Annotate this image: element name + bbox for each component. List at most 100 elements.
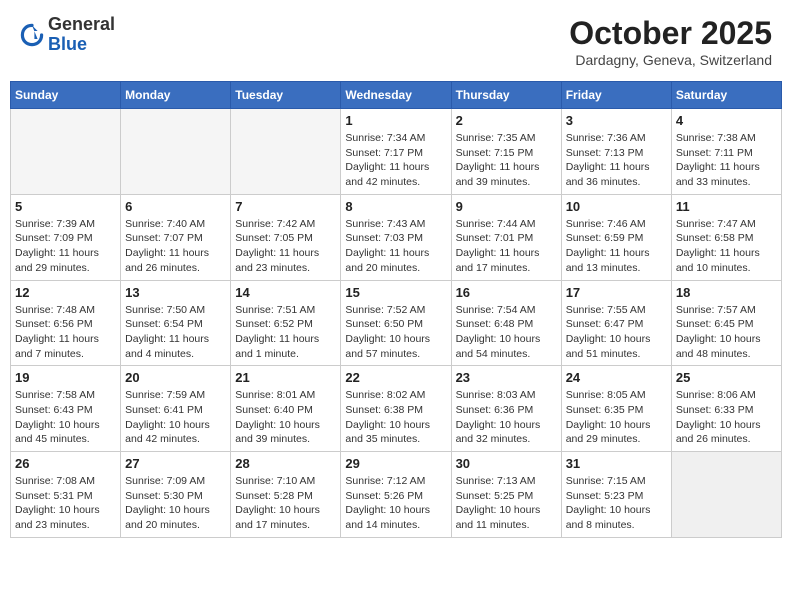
- logo-blue: Blue: [48, 34, 87, 54]
- day-info: Sunrise: 7:13 AMSunset: 5:25 PMDaylight:…: [456, 474, 557, 533]
- day-info: Sunrise: 7:40 AMSunset: 7:07 PMDaylight:…: [125, 217, 226, 276]
- calendar-cell: 3Sunrise: 7:36 AMSunset: 7:13 PMDaylight…: [561, 109, 671, 195]
- calendar-table: SundayMondayTuesdayWednesdayThursdayFrid…: [10, 81, 782, 538]
- calendar-cell: 25 Sunrise: 8:06 AMSunset: 6:33 PMDayligh…: [671, 366, 781, 452]
- calendar-cell: 1Sunrise: 7:34 AMSunset: 7:17 PMDaylight…: [341, 109, 451, 195]
- day-number: 27: [125, 456, 226, 471]
- day-number: 21: [235, 370, 336, 385]
- day-info: Sunrise: 8:01 AMSunset: 6:40 PMDaylight:…: [235, 388, 336, 447]
- calendar-cell: 12 Sunrise: 7:48 AMSunset: 6:56 PMDayligh…: [11, 280, 121, 366]
- day-info: Sunrise: 7:09 AMSunset: 5:30 PMDaylight:…: [125, 474, 226, 533]
- day-info: Sunrise: 7:50 AMSunset: 6:54 PMDaylight:…: [125, 303, 226, 362]
- day-number: 9: [456, 199, 557, 214]
- day-number: 25: [676, 370, 777, 385]
- title-block: October 2025 Dardagny, Geneva, Switzerla…: [569, 15, 772, 68]
- day-info: Sunrise: 7:44 AMSunset: 7:01 PMDaylight:…: [456, 217, 557, 276]
- calendar-cell: 14Sunrise: 7:51 AMSunset: 6:52 PMDayligh…: [231, 280, 341, 366]
- day-number: 20: [125, 370, 226, 385]
- logo-general: General: [48, 14, 115, 34]
- calendar-cell: 27 Sunrise: 7:09 AMSunset: 5:30 PMDayligh…: [121, 452, 231, 538]
- calendar-week-5: 26 Sunrise: 7:08 AMSunset: 5:31 PMDayligh…: [11, 452, 782, 538]
- day-info: Sunrise: 7:47 AMSunset: 6:58 PMDaylight:…: [676, 217, 777, 276]
- day-number: 6: [125, 199, 226, 214]
- weekday-header-row: SundayMondayTuesdayWednesdayThursdayFrid…: [11, 82, 782, 109]
- calendar-cell: 6 Sunrise: 7:40 AMSunset: 7:07 PMDaylight…: [121, 194, 231, 280]
- calendar-cell: 4Sunrise: 7:38 AMSunset: 7:11 PMDaylight…: [671, 109, 781, 195]
- day-number: 18: [676, 285, 777, 300]
- calendar-week-4: 19 Sunrise: 7:58 AMSunset: 6:43 PMDayligh…: [11, 366, 782, 452]
- day-info: Sunrise: 7:46 AMSunset: 6:59 PMDaylight:…: [566, 217, 667, 276]
- day-number: 28: [235, 456, 336, 471]
- day-info: Sunrise: 8:05 AMSunset: 6:35 PMDaylight:…: [566, 388, 667, 447]
- weekday-header-wednesday: Wednesday: [341, 82, 451, 109]
- calendar-cell: 18Sunrise: 7:57 AMSunset: 6:45 PMDayligh…: [671, 280, 781, 366]
- calendar-cell: 22 Sunrise: 8:02 AMSunset: 6:38 PMDayligh…: [341, 366, 451, 452]
- calendar-cell: [11, 109, 121, 195]
- calendar-cell: 16 Sunrise: 7:54 AMSunset: 6:48 PMDayligh…: [451, 280, 561, 366]
- calendar-cell: 11Sunrise: 7:47 AMSunset: 6:58 PMDayligh…: [671, 194, 781, 280]
- calendar-week-1: 1Sunrise: 7:34 AMSunset: 7:17 PMDaylight…: [11, 109, 782, 195]
- day-info: Sunrise: 7:34 AMSunset: 7:17 PMDaylight:…: [345, 131, 446, 190]
- day-info: Sunrise: 7:15 AMSunset: 5:23 PMDaylight:…: [566, 474, 667, 533]
- day-number: 29: [345, 456, 446, 471]
- day-number: 16: [456, 285, 557, 300]
- day-number: 5: [15, 199, 116, 214]
- day-number: 22: [345, 370, 446, 385]
- calendar-cell: 17 Sunrise: 7:55 AMSunset: 6:47 PMDayligh…: [561, 280, 671, 366]
- weekday-header-sunday: Sunday: [11, 82, 121, 109]
- day-number: 30: [456, 456, 557, 471]
- day-number: 19: [15, 370, 116, 385]
- calendar-cell: 8 Sunrise: 7:43 AMSunset: 7:03 PMDaylight…: [341, 194, 451, 280]
- day-number: 3: [566, 113, 667, 128]
- calendar-cell: 10 Sunrise: 7:46 AMSunset: 6:59 PMDayligh…: [561, 194, 671, 280]
- day-info: Sunrise: 7:48 AMSunset: 6:56 PMDaylight:…: [15, 303, 116, 362]
- day-info: Sunrise: 7:54 AMSunset: 6:48 PMDaylight:…: [456, 303, 557, 362]
- calendar-cell: 28 Sunrise: 7:10 AMSunset: 5:28 PMDayligh…: [231, 452, 341, 538]
- day-info: Sunrise: 8:02 AMSunset: 6:38 PMDaylight:…: [345, 388, 446, 447]
- day-number: 10: [566, 199, 667, 214]
- day-number: 15: [345, 285, 446, 300]
- day-info: Sunrise: 7:39 AMSunset: 7:09 PMDaylight:…: [15, 217, 116, 276]
- page-header: General Blue October 2025 Dardagny, Gene…: [10, 10, 782, 73]
- day-info: Sunrise: 8:03 AMSunset: 6:36 PMDaylight:…: [456, 388, 557, 447]
- calendar-cell: 23 Sunrise: 8:03 AMSunset: 6:36 PMDayligh…: [451, 366, 561, 452]
- day-number: 2: [456, 113, 557, 128]
- calendar-cell: 9 Sunrise: 7:44 AMSunset: 7:01 PMDaylight…: [451, 194, 561, 280]
- weekday-header-friday: Friday: [561, 82, 671, 109]
- calendar-cell: 30 Sunrise: 7:13 AMSunset: 5:25 PMDayligh…: [451, 452, 561, 538]
- calendar-cell: 7Sunrise: 7:42 AMSunset: 7:05 PMDaylight…: [231, 194, 341, 280]
- calendar-cell: 31Sunrise: 7:15 AMSunset: 5:23 PMDayligh…: [561, 452, 671, 538]
- day-number: 24: [566, 370, 667, 385]
- day-number: 23: [456, 370, 557, 385]
- calendar-cell: 2 Sunrise: 7:35 AMSunset: 7:15 PMDaylight…: [451, 109, 561, 195]
- weekday-header-tuesday: Tuesday: [231, 82, 341, 109]
- calendar-week-3: 12 Sunrise: 7:48 AMSunset: 6:56 PMDayligh…: [11, 280, 782, 366]
- day-info: Sunrise: 7:35 AMSunset: 7:15 PMDaylight:…: [456, 131, 557, 190]
- calendar-cell: [231, 109, 341, 195]
- calendar-cell: 20Sunrise: 7:59 AMSunset: 6:41 PMDayligh…: [121, 366, 231, 452]
- day-info: Sunrise: 7:43 AMSunset: 7:03 PMDaylight:…: [345, 217, 446, 276]
- day-info: Sunrise: 7:38 AMSunset: 7:11 PMDaylight:…: [676, 131, 777, 190]
- calendar-cell: 15 Sunrise: 7:52 AMSunset: 6:50 PMDayligh…: [341, 280, 451, 366]
- day-number: 26: [15, 456, 116, 471]
- day-info: Sunrise: 8:06 AMSunset: 6:33 PMDaylight:…: [676, 388, 777, 447]
- day-info: Sunrise: 7:42 AMSunset: 7:05 PMDaylight:…: [235, 217, 336, 276]
- calendar-cell: 21 Sunrise: 8:01 AMSunset: 6:40 PMDayligh…: [231, 366, 341, 452]
- month-title: October 2025: [569, 15, 772, 52]
- day-number: 12: [15, 285, 116, 300]
- day-number: 17: [566, 285, 667, 300]
- logo-text: General Blue: [48, 15, 115, 55]
- day-info: Sunrise: 7:55 AMSunset: 6:47 PMDaylight:…: [566, 303, 667, 362]
- calendar-cell: 24 Sunrise: 8:05 AMSunset: 6:35 PMDayligh…: [561, 366, 671, 452]
- day-number: 8: [345, 199, 446, 214]
- day-info: Sunrise: 7:51 AMSunset: 6:52 PMDaylight:…: [235, 303, 336, 362]
- calendar-cell: [121, 109, 231, 195]
- day-info: Sunrise: 7:10 AMSunset: 5:28 PMDaylight:…: [235, 474, 336, 533]
- day-info: Sunrise: 7:08 AMSunset: 5:31 PMDaylight:…: [15, 474, 116, 533]
- day-number: 13: [125, 285, 226, 300]
- calendar-cell: 19 Sunrise: 7:58 AMSunset: 6:43 PMDayligh…: [11, 366, 121, 452]
- day-info: Sunrise: 7:12 AMSunset: 5:26 PMDaylight:…: [345, 474, 446, 533]
- calendar-cell: 13 Sunrise: 7:50 AMSunset: 6:54 PMDayligh…: [121, 280, 231, 366]
- day-info: Sunrise: 7:52 AMSunset: 6:50 PMDaylight:…: [345, 303, 446, 362]
- day-info: Sunrise: 7:58 AMSunset: 6:43 PMDaylight:…: [15, 388, 116, 447]
